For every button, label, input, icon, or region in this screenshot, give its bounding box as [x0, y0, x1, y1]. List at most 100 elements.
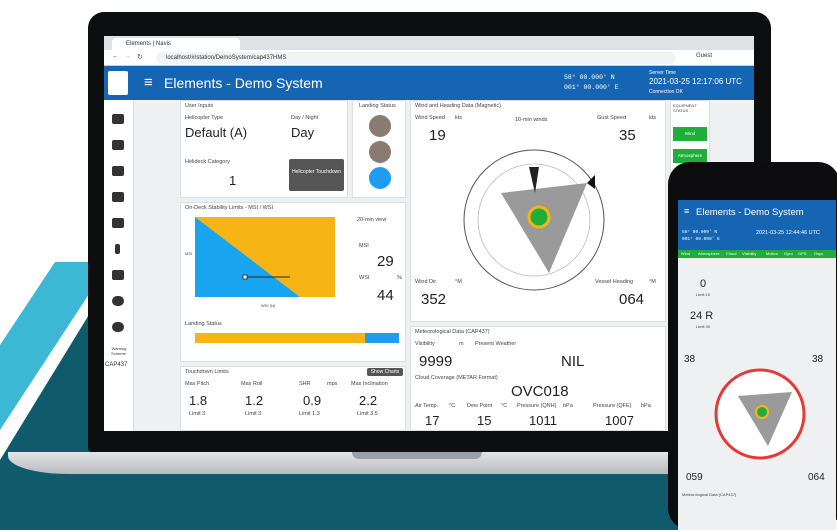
dew-point-unit: °C [501, 403, 508, 409]
visibility-value: 9999 [419, 353, 453, 370]
qnh-value: 1011 [529, 413, 557, 428]
phone-tab-visibility[interactable]: Visibility [742, 251, 756, 256]
phone-longitude: 001° 00.000' E [682, 237, 720, 242]
y-axis-label: MSI [185, 251, 193, 256]
landing-status-bar-current [365, 333, 399, 343]
url-text: localhost/#/station/DemoSystem/cap437HMS [166, 55, 287, 61]
shr-unit: mps [327, 381, 338, 387]
wind-dir-label: Wind Dir. [415, 279, 438, 285]
phone-server-time: 2021-03-25 12:44:46 UTC [756, 230, 820, 236]
phone-wdir-limit: Limit 30 [696, 324, 711, 329]
wind-dir-unit: °M [455, 279, 462, 285]
app-title: Elements - Demo System [164, 75, 323, 91]
url-field[interactable]: localhost/#/station/DemoSystem/cap437HMS [156, 52, 676, 64]
app-screen: Elements | Navis ← → ↻ localhost/#/stati… [104, 36, 754, 431]
met-panel: Meteorological Data (CAP437) Visibility … [410, 326, 666, 431]
server-time: 2021-03-25 12:17:06 UTC [649, 77, 742, 86]
menu-icon[interactable]: ≡ [144, 74, 153, 91]
app-header: ≡ Elements - Demo System 58° 00.000' N 0… [104, 66, 754, 100]
thermometer-icon[interactable] [115, 244, 120, 254]
warning-scheme-label: Warning Scheme: [111, 346, 127, 356]
vessel-heading-unit: °M [649, 279, 656, 285]
cloud-coverage-value: OVC018 [511, 383, 569, 400]
phone-wdir-value: 24 R [690, 310, 714, 322]
qfe-value: 1007 [605, 413, 634, 428]
helideck-icon [527, 205, 551, 229]
phone-heave-value: 0 [700, 278, 707, 290]
chart-icon[interactable] [112, 270, 124, 280]
phone-tab-atmosphere[interactable]: Atmosphere [698, 251, 720, 256]
show-charts-button[interactable]: Show Charts [367, 368, 403, 376]
max-inclination-limit: Limit 3.5 [357, 411, 378, 417]
max-pitch-label: Max Pitch [185, 381, 210, 387]
wsi-label: WSI [359, 275, 370, 281]
phone-app-title: Elements - Demo System [696, 207, 804, 218]
air-temp-value: 17 [425, 413, 440, 428]
landing-status-title: Landing Status [359, 103, 396, 109]
tab-title: Elements | Navis [126, 41, 171, 47]
phone-screen: ≡ Elements - Demo System 58° 00.000' N 0… [678, 200, 836, 530]
qnh-unit: hPa [563, 403, 573, 409]
user-inputs-title: User Inputs [185, 103, 214, 109]
touchdown-button[interactable]: Helicopter Touchdown [289, 159, 344, 191]
wind-compass [463, 149, 605, 291]
forward-icon[interactable]: → [124, 53, 131, 60]
wsi-value: 44 [377, 287, 394, 304]
stability-title: On-Deck Stability Limits - MSI / WSI [185, 205, 274, 211]
phone-tab-gyro[interactable]: Gyro [784, 251, 793, 256]
cloud-coverage-label: Cloud Coverage (METAR Format) [415, 375, 498, 381]
phone-wind-speed: 38 [684, 354, 696, 365]
user-inputs-panel: User Inputs Helicopter Type Default (A) … [180, 100, 348, 198]
helideck-icon[interactable] [112, 114, 124, 124]
chart-marker [242, 274, 248, 280]
back-icon[interactable]: ← [112, 53, 119, 60]
qfe-label: Pressure (QFE) [593, 403, 632, 409]
phone-tab-gps[interactable]: GPS [798, 251, 806, 256]
day-night-select[interactable]: Day [291, 125, 314, 140]
wind-average-select[interactable]: 10-min winds [515, 117, 547, 123]
gust-speed-label: Gust Speed [597, 115, 627, 121]
max-pitch-value: 1.8 [189, 393, 208, 408]
help-icon[interactable] [112, 296, 124, 306]
dew-point-value: 15 [477, 413, 492, 428]
x-axis-label: WSI (N) [261, 303, 276, 308]
ship-icon[interactable] [112, 140, 124, 150]
visibility-label: Visibility [415, 341, 435, 347]
max-pitch-limit: Limit 3 [189, 411, 206, 417]
max-roll-limit: Limit 3 [245, 411, 262, 417]
settings-icon[interactable] [112, 322, 124, 332]
reload-icon[interactable]: ↻ [137, 53, 143, 61]
max-roll-value: 1.2 [245, 393, 264, 408]
phone-status-bar: Wind Atmosphere Cloud Visibility Motion … [678, 250, 836, 258]
phone-tab-motion[interactable]: Motion [766, 251, 778, 256]
browser-tabbar: Elements | Navis [104, 36, 754, 50]
max-inclination-value: 2.2 [359, 393, 378, 408]
cloud-icon[interactable] [112, 192, 124, 202]
browser-tab[interactable]: Elements | Navis [112, 38, 240, 50]
helideck-category-value[interactable]: 1 [229, 173, 236, 188]
wind-speed-label: Wind Speed [415, 115, 445, 121]
stability-chart [195, 217, 335, 297]
latitude: 58° 00.000' N [564, 74, 615, 81]
phone-menu-icon[interactable]: ≡ [684, 206, 689, 216]
helicopter-type-select[interactable]: Default (A) [185, 125, 247, 140]
profile-button[interactable]: Guest [696, 53, 712, 59]
touchdown-panel: Touchdown Limits Show Charts Max Pitch 1… [180, 366, 406, 431]
view-select[interactable]: 20-min view [357, 217, 386, 223]
status-light-amber [369, 141, 391, 163]
air-temp-unit: °C [449, 403, 456, 409]
phone-tab-ospc[interactable]: Ospc [814, 251, 823, 256]
phone-tab-cloud[interactable]: Cloud [726, 251, 736, 256]
shr-limit: Limit 1.3 [299, 411, 320, 417]
motion-icon[interactable] [112, 166, 124, 176]
wave-icon[interactable] [112, 218, 124, 228]
phone-wind-dir: 059 [686, 472, 703, 483]
phone-tab-wind[interactable]: Wind [681, 251, 690, 256]
server-time-label: Server Time [649, 70, 676, 76]
equipment-wind[interactable]: Wind [673, 127, 707, 141]
gust-speed-value: 35 [619, 127, 636, 144]
phone-latitude: 58° 00.000' N [682, 230, 718, 235]
equipment-atmosphere[interactable]: Atmosphere [673, 149, 707, 163]
status-light-red [369, 115, 391, 137]
max-inclination-label: Max Inclination [351, 381, 388, 387]
